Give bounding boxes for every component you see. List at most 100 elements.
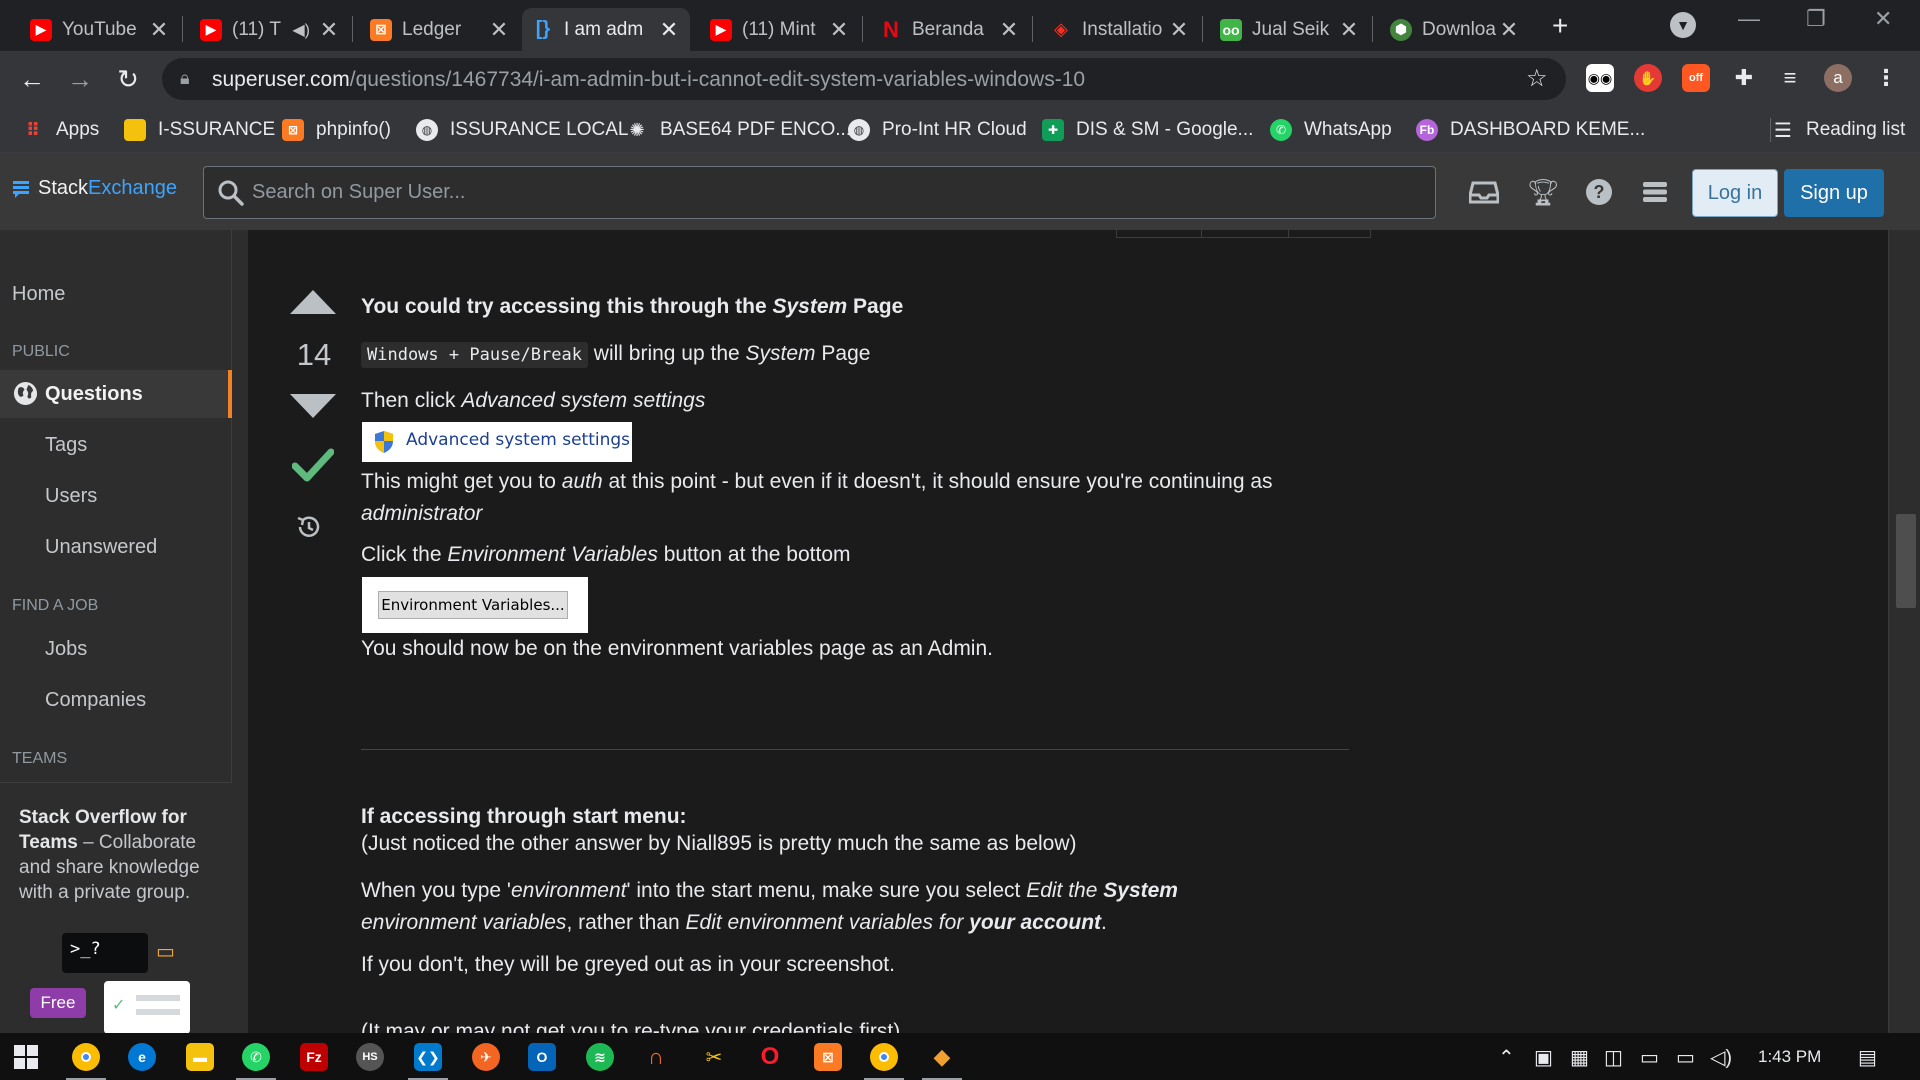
adblock-extension-icon[interactable]: ✋	[1634, 64, 1662, 92]
whatsapp-taskbar-icon[interactable]: ✆	[242, 1043, 270, 1071]
restore-icon[interactable]: ❐	[1806, 6, 1826, 32]
login-button[interactable]: Log in	[1692, 169, 1778, 217]
incognito-extension-icon[interactable]: ◉◉	[1586, 64, 1614, 92]
site-search[interactable]: Search on Super User...	[203, 166, 1436, 219]
media-queue-icon[interactable]: ≡	[1776, 64, 1804, 92]
xampp-taskbar-icon[interactable]: ⊠	[814, 1043, 842, 1071]
bookmark-dashboard[interactable]: Fb DASHBOARD KEME...	[1416, 116, 1645, 144]
close-icon[interactable]: ✕	[998, 17, 1020, 43]
filezilla-icon[interactable]: Fz	[300, 1043, 328, 1071]
close-icon[interactable]: ✕	[828, 17, 850, 43]
bookmark-whatsapp[interactable]: ✆ WhatsApp	[1270, 116, 1392, 144]
tray-meet-icon[interactable]: ◫	[1604, 1045, 1623, 1070]
achievements-trophy-icon[interactable]: 🏆︎	[1526, 175, 1560, 209]
extension-badge-icon[interactable]: off	[1682, 64, 1710, 92]
bookmark-prohr[interactable]: ◍ Pro-Int HR Cloud	[848, 116, 1027, 144]
nav-questions[interactable]: Questions	[0, 370, 232, 418]
back-icon[interactable]: ←	[16, 63, 48, 95]
page-scrollbar[interactable]	[1888, 230, 1920, 1033]
close-icon[interactable]: ✕	[1498, 17, 1520, 43]
scrollbar-thumb[interactable]	[1896, 514, 1916, 608]
nav-companies[interactable]: Companies	[45, 689, 146, 712]
file-explorer-icon[interactable]: ▬	[186, 1043, 214, 1071]
snipping-tool-icon[interactable]: ✂	[700, 1043, 728, 1071]
outlook-icon[interactable]: O	[528, 1043, 556, 1071]
reading-list[interactable]: ☰ Reading list	[1772, 116, 1905, 144]
headset-app-icon[interactable]: ∩	[642, 1043, 670, 1071]
inbox-icon[interactable]	[1467, 175, 1501, 209]
bookmark-issurance-local[interactable]: ◍ ISSURANCE LOCAL	[416, 116, 628, 144]
teams-promo: Stack Overflow for Teams – Collaborate a…	[0, 782, 232, 1034]
close-icon[interactable]: ✕	[658, 17, 680, 43]
chrome-taskbar-icon[interactable]	[72, 1043, 100, 1071]
opera-icon[interactable]: O	[756, 1043, 784, 1071]
nav-unanswered[interactable]: Unanswered	[45, 536, 157, 559]
upvote-button[interactable]	[288, 288, 338, 318]
git-icon[interactable]: ◆	[928, 1043, 956, 1071]
close-icon[interactable]: ✕	[318, 17, 340, 43]
tab-youtube[interactable]: ▶ YouTube ✕	[20, 8, 180, 51]
tray-app-icon[interactable]: ▦	[1570, 1045, 1589, 1070]
speaker-icon[interactable]: ◀)	[292, 20, 310, 40]
window-close-icon[interactable]: ✕	[1874, 6, 1892, 32]
system-clock[interactable]: 1:43 PM	[1758, 1047, 1821, 1067]
tab-search-icon[interactable]: ▼	[1670, 12, 1696, 38]
tab-tokopedia[interactable]: oo Jual Seik ✕	[1210, 8, 1370, 51]
postman-icon[interactable]: ✈	[472, 1043, 500, 1071]
tab-youtube-3[interactable]: ▶ (11) Mint ✕	[700, 8, 860, 51]
bookmark-star-icon[interactable]: ☆	[1526, 64, 1548, 93]
search-input[interactable]: Search on Super User...	[252, 181, 465, 204]
new-tab-button[interactable]: +	[1552, 10, 1568, 42]
chrome-menu-icon[interactable]: ⋮	[1872, 64, 1900, 92]
bookmark-base64[interactable]: ✺ BASE64 PDF ENCO...	[626, 116, 851, 144]
forward-icon[interactable]: →	[64, 63, 96, 95]
close-icon[interactable]: ✕	[1338, 17, 1360, 43]
teams-promo-text[interactable]: Stack Overflow for Teams – Collaborate a…	[19, 805, 219, 905]
lock-icon[interactable]: 🔒︎	[180, 68, 190, 89]
bookmark-apps[interactable]: ⠿ Apps	[22, 116, 99, 144]
tab-title: Beranda	[912, 18, 984, 40]
reload-icon[interactable]: ↻	[112, 63, 144, 95]
tab-active-superuser[interactable]: [} I am adm ✕	[522, 8, 690, 51]
spotify-icon[interactable]: ≋	[586, 1043, 614, 1071]
close-icon[interactable]: ✕	[1168, 17, 1190, 43]
minimize-icon[interactable]: —	[1738, 6, 1760, 32]
profile-avatar[interactable]: a	[1824, 64, 1852, 92]
tab-laravel[interactable]: ◈ Installatio ✕	[1040, 8, 1200, 51]
tray-overflow-icon[interactable]: ⌃	[1498, 1045, 1515, 1070]
tab-ledger[interactable]: ⊠ Ledger ✕	[360, 8, 520, 51]
close-icon[interactable]: ✕	[148, 17, 170, 43]
bookmark-google-sheets[interactable]: ✚ DIS & SM - Google...	[1042, 116, 1253, 144]
heidisql-icon[interactable]: HS	[356, 1043, 384, 1071]
tab-youtube-2[interactable]: ▶ (11) T ◀) ✕	[190, 8, 350, 51]
battery-icon[interactable]: ▭	[1640, 1045, 1659, 1070]
nav-tags[interactable]: Tags	[45, 434, 87, 457]
network-icon[interactable]: ▭	[1676, 1045, 1695, 1070]
volume-icon[interactable]: ◁)	[1710, 1045, 1732, 1070]
tab-netflix[interactable]: N Beranda ✕	[870, 8, 1030, 51]
signup-button[interactable]: Sign up	[1784, 169, 1884, 217]
stackexchange-logo[interactable]: Stack Exchange	[12, 177, 177, 200]
extensions-puzzle-icon[interactable]: ✚	[1730, 64, 1758, 92]
bookmark-issurance-folder[interactable]: I-SSURANCE	[124, 116, 275, 144]
screenshot-link-text: Advanced system settings	[406, 430, 631, 450]
nav-home[interactable]: Home	[12, 283, 65, 306]
downvote-button[interactable]	[288, 390, 338, 420]
close-icon[interactable]: ✕	[488, 17, 510, 43]
tray-display-icon[interactable]: ▣	[1534, 1045, 1553, 1070]
address-bar[interactable]: 🔒︎ superuser.com/questions/1467734/i-am-…	[162, 58, 1566, 100]
bookmark-phpinfo[interactable]: ⊠ phpinfo()	[282, 116, 391, 144]
revision-history-icon[interactable]	[294, 512, 324, 542]
vscode-icon[interactable]: ❮❯	[414, 1043, 442, 1071]
site-switcher-icon[interactable]	[1638, 175, 1672, 209]
nav-jobs[interactable]: Jobs	[45, 638, 87, 661]
windows-start-icon[interactable]	[14, 1045, 38, 1069]
url-text[interactable]: superuser.com/questions/1467734/i-am-adm…	[212, 68, 1085, 92]
notification-center-icon[interactable]: ▤	[1858, 1045, 1877, 1070]
stackexchange-icon: [}	[535, 18, 551, 40]
tab-nodejs[interactable]: ⬢ Downloa ✕	[1380, 8, 1530, 51]
edge-taskbar-icon[interactable]: e	[128, 1043, 156, 1071]
nav-users[interactable]: Users	[45, 485, 97, 508]
chrome-profile-taskbar-icon[interactable]	[870, 1043, 898, 1071]
help-icon[interactable]: ?	[1582, 175, 1616, 209]
